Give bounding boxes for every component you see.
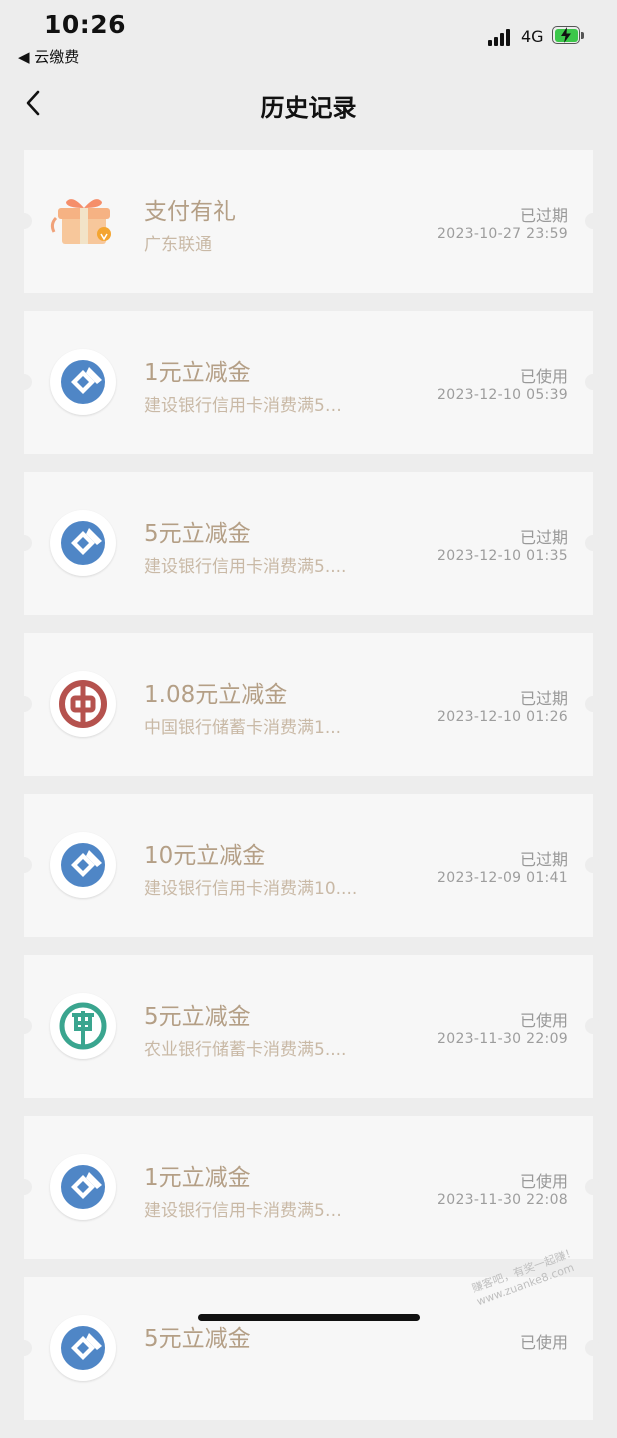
ccb-logo-icon: [50, 1315, 116, 1381]
record-status: 已过期: [519, 850, 568, 869]
history-record-card[interactable]: 支付有礼 广东联通 已过期 2023-10-27 23:59: [16, 150, 601, 293]
card-notch: [585, 1340, 601, 1356]
history-record-card[interactable]: 5元立减金 建设银行信用卡消费满5.... 已过期 2023-12-10 01:…: [16, 472, 601, 615]
gift-icon: [50, 188, 116, 254]
nav-bar: 历史记录: [0, 72, 617, 136]
record-title: 1元立减金: [144, 1165, 251, 1191]
abc-logo-icon: [50, 993, 116, 1059]
card-notch: [585, 1018, 601, 1034]
status-bar: 10:26 ◀ 云缴费 4G: [0, 0, 617, 72]
card-notch: [585, 535, 601, 551]
record-subtitle: 农业银行储蓄卡消费满5....: [144, 1040, 347, 1060]
record-subtitle: 中国银行储蓄卡消费满1...: [144, 718, 342, 738]
record-status: 已过期: [519, 528, 568, 547]
signal-icon: [488, 28, 514, 46]
record-title: 1.08元立减金: [144, 682, 288, 708]
card-notch: [16, 374, 32, 390]
record-title: 5元立减金: [144, 1326, 251, 1352]
ccb-logo-icon: [50, 1154, 116, 1220]
record-time: 2023-11-30 22:08: [437, 1192, 568, 1208]
ccb-logo-icon: [50, 349, 116, 415]
record-subtitle: 建设银行信用卡消费满10....: [144, 879, 358, 899]
record-status: 已过期: [519, 206, 568, 225]
record-title: 1元立减金: [144, 360, 251, 386]
record-time: 2023-12-09 01:41: [437, 870, 568, 886]
card-notch: [585, 857, 601, 873]
record-status: 已使用: [519, 367, 568, 386]
record-title: 5元立减金: [144, 521, 251, 547]
record-time: 2023-12-10 01:26: [437, 709, 568, 725]
record-time: 2023-10-27 23:59: [437, 226, 568, 242]
record-subtitle: 建设银行信用卡消费满5…: [144, 1201, 342, 1221]
record-subtitle: 广东联通: [144, 235, 212, 255]
record-time: 2023-12-10 05:39: [437, 387, 568, 403]
boc-logo-icon: [50, 671, 116, 737]
battery-icon: [552, 26, 584, 46]
record-status: 已使用: [519, 1333, 568, 1352]
card-notch: [16, 1018, 32, 1034]
record-time: 2023-12-10 01:35: [437, 548, 568, 564]
card-notch: [16, 1340, 32, 1356]
history-record-card[interactable]: 1.08元立减金 中国银行储蓄卡消费满1... 已过期 2023-12-10 0…: [16, 633, 601, 776]
clock: 10:26: [44, 10, 127, 39]
card-notch: [16, 213, 32, 229]
ccb-logo-icon: [50, 832, 116, 898]
home-indicator: [198, 1314, 420, 1321]
record-subtitle: 建设银行信用卡消费满5…: [144, 396, 342, 416]
card-notch: [16, 696, 32, 712]
history-record-card[interactable]: 5元立减金 已使用: [16, 1277, 601, 1420]
back-to-app-link[interactable]: ◀ 云缴费: [18, 46, 79, 67]
record-status: 已过期: [519, 689, 568, 708]
card-notch: [585, 213, 601, 229]
history-record-card[interactable]: 1元立减金 建设银行信用卡消费满5… 已使用 2023-12-10 05:39: [16, 311, 601, 454]
network-type: 4G: [521, 27, 544, 46]
history-record-card[interactable]: 5元立减金 农业银行储蓄卡消费满5.... 已使用 2023-11-30 22:…: [16, 955, 601, 1098]
card-notch: [16, 535, 32, 551]
record-title: 5元立减金: [144, 1004, 251, 1030]
card-notch: [585, 374, 601, 390]
record-subtitle: 建设银行信用卡消费满5....: [144, 557, 347, 577]
record-status: 已使用: [519, 1011, 568, 1030]
history-record-card[interactable]: 10元立减金 建设银行信用卡消费满10.... 已过期 2023-12-09 0…: [16, 794, 601, 937]
history-record-card[interactable]: 1元立减金 建设银行信用卡消费满5… 已使用 2023-11-30 22:08: [16, 1116, 601, 1259]
card-notch: [585, 1179, 601, 1195]
history-list: 支付有礼 广东联通 已过期 2023-10-27 23:59 1元立减金 建设银…: [16, 150, 601, 1438]
ccb-logo-icon: [50, 510, 116, 576]
card-notch: [16, 857, 32, 873]
record-title: 支付有礼: [144, 199, 236, 225]
record-time: 2023-11-30 22:09: [437, 1031, 568, 1047]
card-notch: [16, 1179, 32, 1195]
page-title: 历史记录: [260, 94, 357, 122]
record-status: 已使用: [519, 1172, 568, 1191]
card-notch: [585, 696, 601, 712]
record-title: 10元立减金: [144, 843, 266, 869]
